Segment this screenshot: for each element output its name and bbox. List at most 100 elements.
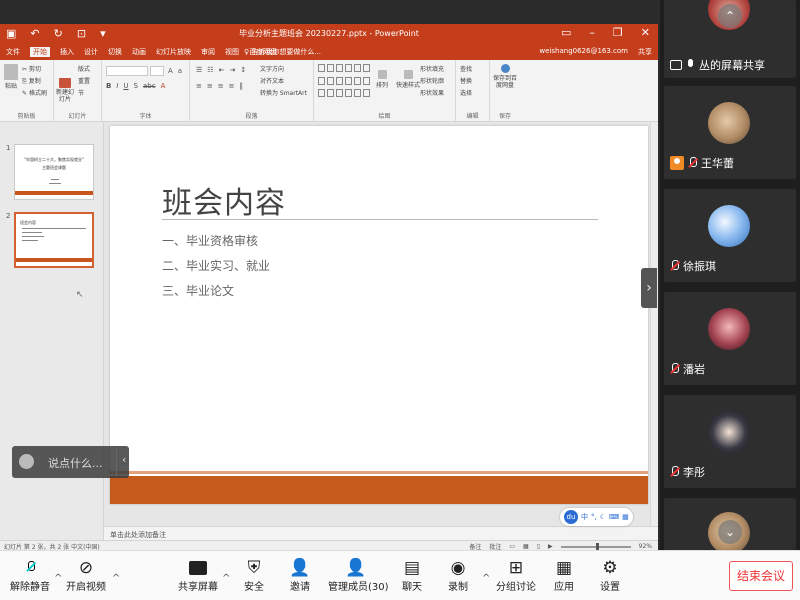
grid-icon[interactable]: ▦: [622, 513, 629, 521]
notes-pane[interactable]: 单击此处添加备注: [104, 526, 658, 540]
chat-placeholder[interactable]: 说点什么...: [48, 455, 103, 471]
ime-mode[interactable]: 中: [581, 512, 588, 522]
cut-button[interactable]: ✂ 剪切: [22, 64, 41, 73]
font-size-box[interactable]: [150, 66, 164, 76]
line-spacing-icon[interactable]: ↕: [240, 66, 246, 74]
end-meeting-button[interactable]: 结束会议: [729, 561, 793, 591]
tab-review[interactable]: 审阅: [201, 47, 215, 57]
replace-button[interactable]: 替换: [460, 76, 472, 85]
tab-animations[interactable]: 动画: [132, 47, 146, 57]
account-email[interactable]: weishang0626@163.com: [539, 47, 628, 55]
slide-thumbnail-1[interactable]: "牢固树立二十大，聚焦实现就业" 主题班会课题: [14, 144, 94, 200]
arrange-button[interactable]: 排列: [376, 70, 388, 89]
tab-file[interactable]: 文件: [6, 47, 20, 57]
slide-thumbnail-2[interactable]: 班会内容: [14, 212, 94, 268]
shrink-font-icon[interactable]: a: [178, 67, 182, 75]
participant-tile[interactable]: 王华蕾: [664, 86, 796, 179]
format-painter-button[interactable]: ✎ 格式刷: [22, 88, 47, 97]
align-center-icon[interactable]: ≡: [207, 82, 213, 90]
close-icon[interactable]: ✕: [641, 26, 650, 39]
zoom-level[interactable]: 92%: [639, 543, 652, 550]
save-to-baidu-button[interactable]: 保存到百度网盘: [492, 64, 518, 89]
reset-button[interactable]: 重置: [78, 76, 90, 85]
align-left-icon[interactable]: ≡: [196, 82, 202, 90]
section-button[interactable]: 节: [78, 88, 84, 97]
reading-view-icon[interactable]: ▯: [537, 543, 540, 550]
align-right-icon[interactable]: ≡: [218, 82, 224, 90]
participant-tile[interactable]: 李彤: [664, 395, 796, 488]
participant-tile[interactable]: 徐振琪: [664, 189, 796, 282]
unmute-button[interactable]: 解除静音: [2, 555, 58, 600]
participant-tile[interactable]: 潘岩: [664, 292, 796, 385]
tab-transitions[interactable]: 切换: [108, 47, 122, 57]
slide-title[interactable]: 班会内容: [162, 178, 286, 222]
increase-indent-icon[interactable]: ⇥: [229, 66, 235, 74]
comments-toggle[interactable]: 批注: [489, 542, 501, 550]
share-button[interactable]: 共享: [638, 47, 652, 57]
font-name-box[interactable]: [106, 66, 148, 76]
chat-input-pill[interactable]: 说点什么... ‹: [12, 446, 129, 478]
shape-effects-button[interactable]: 形状效果: [420, 88, 444, 97]
justify-icon[interactable]: ≡: [229, 82, 235, 90]
bold-icon[interactable]: B: [106, 82, 111, 90]
ime-toolbar[interactable]: du 中 °, ☾ ⌨ ▦: [560, 508, 633, 526]
shapes-gallery[interactable]: [318, 64, 370, 100]
scroll-up-chevron-icon[interactable]: ⌃: [718, 4, 742, 28]
emoji-icon[interactable]: [19, 454, 34, 469]
share-screen-button[interactable]: 共享屏幕: [170, 555, 226, 600]
record-button[interactable]: ◉ 录制: [430, 555, 486, 600]
tab-design[interactable]: 设计: [84, 47, 98, 57]
canvas-vertical-scrollbar[interactable]: [650, 122, 658, 526]
current-slide[interactable]: 班会内容 一、毕业资格审核 二、毕业实习、就业 三、毕业论文: [110, 126, 648, 504]
moon-icon[interactable]: ☾: [600, 513, 606, 521]
restore-icon[interactable]: ❐: [613, 26, 623, 39]
tab-home[interactable]: 开始: [30, 47, 50, 57]
copy-button[interactable]: ⎘ 复制: [22, 76, 41, 86]
ribbon-display-icon[interactable]: ▭: [561, 26, 571, 39]
font-color-icon[interactable]: A: [161, 82, 166, 90]
scroll-down-chevron-icon[interactable]: ⌄: [718, 520, 742, 544]
notes-toggle[interactable]: 备注: [469, 542, 481, 550]
decrease-indent-icon[interactable]: ⇤: [219, 66, 225, 74]
grow-font-icon[interactable]: A: [168, 67, 173, 75]
minimize-icon[interactable]: –: [589, 26, 595, 39]
bullets-icon[interactable]: ☰: [196, 66, 202, 74]
slide-body-list[interactable]: 一、毕业资格审核 二、毕业实习、就业 三、毕业论文: [162, 229, 270, 304]
zoom-slider[interactable]: [560, 542, 631, 550]
shape-fill-button[interactable]: 形状填充: [420, 64, 444, 73]
settings-button[interactable]: ⚙ 设置: [582, 555, 638, 600]
strikethrough-icon[interactable]: abc: [143, 82, 156, 90]
italic-icon[interactable]: I: [116, 82, 118, 90]
sorter-view-icon[interactable]: ▦: [523, 543, 529, 550]
convert-smartart-button[interactable]: 转换为 SmartArt: [260, 88, 307, 97]
align-text-button[interactable]: 对齐文本: [260, 76, 284, 85]
quick-styles-button[interactable]: 快速样式: [396, 70, 420, 89]
slideshow-view-icon[interactable]: ▶: [548, 543, 553, 550]
collapse-panel-chevron-icon[interactable]: ›: [641, 268, 657, 308]
keyboard-icon[interactable]: ⌨: [609, 513, 619, 521]
invite-button[interactable]: 👤 邀请: [272, 555, 328, 600]
tab-slideshow[interactable]: 幻灯片放映: [156, 47, 191, 57]
numbering-icon[interactable]: ☷: [207, 66, 213, 74]
text-direction-button[interactable]: 文字方向: [260, 64, 284, 73]
start-video-button[interactable]: ⊘ 开启视频: [58, 555, 114, 600]
tab-insert[interactable]: 插入: [60, 47, 74, 57]
tell-me-search[interactable]: ♀ 告诉我你想要做什么...: [244, 47, 321, 57]
participant-tile-screen-share[interactable]: ⌃ 丛的屏幕共享: [664, 0, 796, 78]
paste-button[interactable]: 粘贴: [4, 64, 18, 90]
tab-view[interactable]: 视图: [225, 47, 239, 57]
participant-tile-partial[interactable]: ⌄: [664, 498, 796, 550]
new-slide-button[interactable]: 新建幻灯片: [56, 78, 74, 103]
shape-outline-button[interactable]: 形状轮廓: [420, 76, 444, 85]
video-options-caret-icon[interactable]: ^: [112, 573, 120, 584]
layout-button[interactable]: 版式: [78, 64, 90, 73]
normal-view-icon[interactable]: ▭: [509, 543, 515, 550]
zoom-slider-thumb[interactable]: [595, 542, 599, 550]
shadow-icon[interactable]: S: [134, 82, 138, 90]
select-button[interactable]: 选择: [460, 88, 472, 97]
find-button[interactable]: 查找: [460, 64, 472, 73]
underline-icon[interactable]: U: [123, 82, 128, 90]
punctuation-icon[interactable]: °,: [591, 513, 597, 521]
columns-icon[interactable]: ‖: [240, 82, 244, 90]
manage-members-button[interactable]: 👤 管理成员(30): [328, 555, 389, 600]
